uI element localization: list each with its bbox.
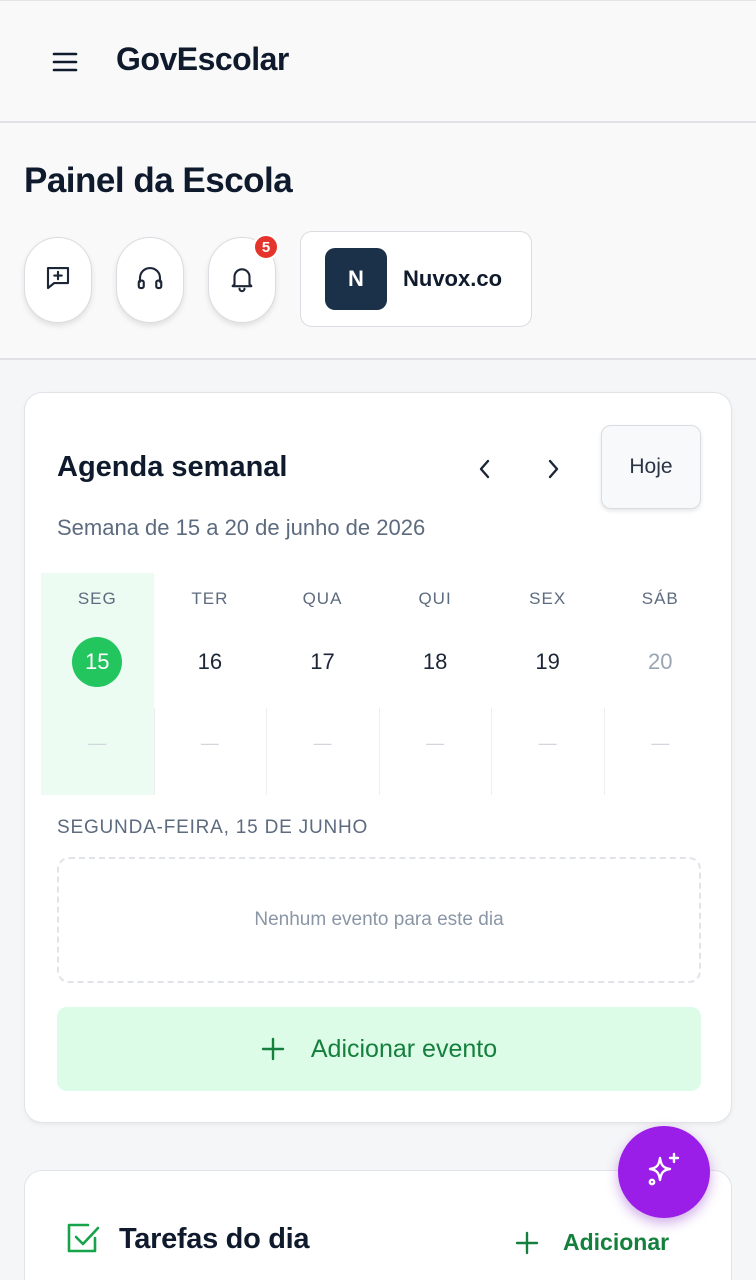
bell-icon	[227, 263, 257, 298]
top-app-bar: GovEscolar	[0, 0, 756, 123]
day-column-sab[interactable]: SÁB 20 —	[603, 573, 717, 795]
page-header: Painel da Escola 5 N Nuvox.co	[0, 123, 756, 360]
plus-icon	[261, 1037, 285, 1061]
notification-count-badge: 5	[253, 234, 279, 260]
day-name: QUI	[418, 589, 452, 608]
agenda-title: Agenda semanal	[57, 451, 288, 483]
day-name: SÁB	[641, 589, 679, 608]
day-empty-dash: —	[651, 733, 670, 753]
day-column-sex[interactable]: SEX 19 —	[491, 573, 604, 795]
day-number: 20	[648, 649, 673, 674]
add-event-label: Adicionar evento	[310, 1034, 498, 1063]
support-button[interactable]	[116, 237, 184, 323]
chevron-right-icon	[548, 459, 559, 479]
checkbox-checked-icon	[65, 1221, 101, 1262]
notifications-button[interactable]: 5	[208, 234, 279, 323]
page-title: Painel da Escola	[24, 161, 293, 200]
day-column-seg[interactable]: SEG 15 —	[41, 573, 154, 795]
add-event-button[interactable]: Adicionar evento	[57, 1007, 701, 1091]
day-number: 18	[422, 649, 448, 674]
add-task-button[interactable]: Adicionar	[515, 1229, 669, 1256]
day-name: SEX	[529, 589, 567, 608]
account-avatar: N	[325, 248, 387, 310]
new-message-button[interactable]	[24, 237, 92, 323]
message-plus-icon	[43, 263, 73, 298]
previous-week-button[interactable]	[465, 451, 505, 487]
headset-icon	[135, 263, 165, 298]
day-column-qui[interactable]: QUI 18 —	[378, 573, 492, 795]
weekly-agenda-card: Agenda semanal Hoje Semana de 15 a 20 de…	[24, 392, 732, 1123]
week-day-grid: SEG 15 — TER 16 — QUA 17 — QUI 18 — SEX …	[41, 573, 717, 795]
day-column-qua[interactable]: QUA 17 —	[266, 573, 379, 795]
ai-assistant-fab[interactable]	[618, 1126, 710, 1218]
account-switcher[interactable]: N Nuvox.co	[300, 231, 532, 327]
day-name: SEG	[77, 589, 117, 608]
tasks-title: Tarefas do dia	[119, 1223, 310, 1255]
day-number: 17	[310, 649, 335, 674]
day-empty-dash: —	[200, 733, 219, 753]
hamburger-menu-icon[interactable]	[50, 47, 80, 77]
day-number: 16	[197, 649, 223, 674]
week-range-text: Semana de 15 a 20 de junho de 2026	[57, 515, 426, 540]
next-week-button[interactable]	[533, 451, 573, 487]
add-task-label: Adicionar	[563, 1229, 670, 1255]
day-empty-dash: —	[538, 733, 557, 753]
day-name: TER	[191, 589, 229, 608]
day-name: QUA	[302, 589, 343, 608]
sparkles-icon	[644, 1150, 684, 1195]
empty-events-placeholder: Nenhum evento para este dia	[57, 857, 701, 983]
brand-logo-text: GovEscolar	[116, 41, 289, 77]
empty-events-message: Nenhum evento para este dia	[254, 909, 504, 930]
day-empty-dash: —	[313, 733, 332, 753]
day-empty-dash: —	[88, 733, 107, 753]
day-number: 15	[72, 637, 123, 687]
account-name: Nuvox.co	[403, 266, 503, 291]
day-number: 19	[535, 649, 560, 674]
chevron-left-icon	[479, 459, 490, 479]
day-column-ter[interactable]: TER 16 —	[153, 573, 267, 795]
selected-day-label: SEGUNDA-FEIRA, 15 DE JUNHO	[57, 817, 369, 838]
today-button[interactable]: Hoje	[601, 425, 701, 509]
day-empty-dash: —	[426, 733, 445, 753]
plus-icon	[515, 1231, 539, 1255]
